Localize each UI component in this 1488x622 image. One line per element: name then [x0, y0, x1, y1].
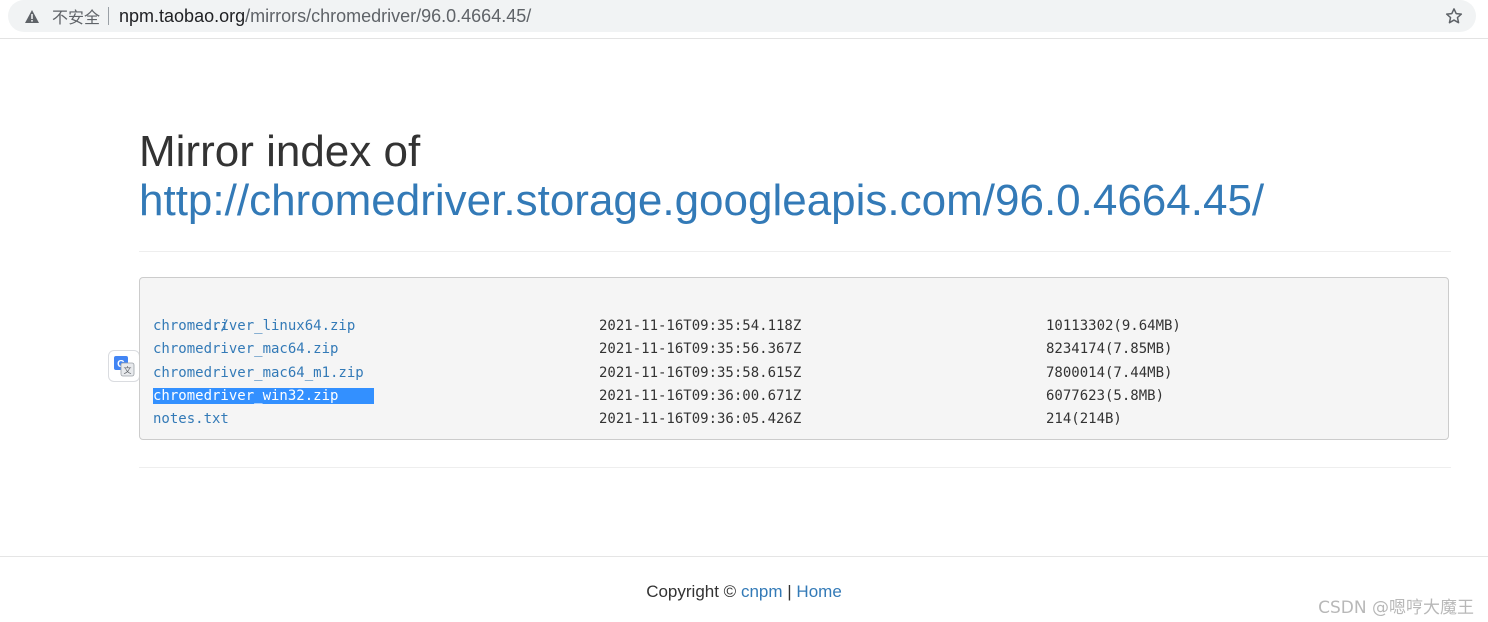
file-link[interactable]: chromedriver_mac64_m1.zip	[153, 365, 364, 381]
page-title: Mirror index of http://chromedriver.stor…	[139, 127, 1459, 225]
cnpm-link[interactable]: cnpm	[741, 582, 783, 601]
title-prefix: Mirror index of	[139, 127, 421, 176]
divider-top	[139, 251, 1451, 252]
url-text[interactable]: npm.taobao.org/mirrors/chromedriver/96.0…	[119, 6, 531, 27]
file-size: 6077623(5.8MB)	[1046, 387, 1165, 404]
table-row: chromedriver_linux64.zip 2021-11-16T09:35…	[153, 315, 1181, 338]
title-link[interactable]: http://chromedriver.storage.googleapis.c…	[139, 176, 1264, 225]
footer-divider	[0, 556, 1488, 557]
table-row: chromedriver_win32.zip 2021-11-16T09:36:0…	[153, 385, 1164, 408]
file-link[interactable]: chromedriver_win32.zip	[153, 387, 375, 404]
file-date: 2021-11-16T09:36:05.426Z	[599, 410, 802, 427]
file-date: 2021-11-16T09:35:56.367Z	[599, 341, 802, 358]
footer: Copyright © cnpm | Home	[0, 582, 1488, 602]
warning-icon[interactable]	[24, 8, 40, 24]
divider	[108, 7, 110, 25]
table-row: chromedriver_mac64_m1.zip 2021-11-16T09:3…	[153, 362, 1172, 385]
watermark: CSDN @嗯哼大魔王	[1318, 598, 1474, 618]
file-listing: ../ chromedriver_linux64.zip 2021-11-16T0…	[139, 277, 1449, 440]
file-size: 8234174(7.85MB)	[1046, 341, 1173, 358]
file-link[interactable]: notes.txt	[153, 411, 229, 427]
divider-bottom	[139, 467, 1451, 468]
home-link[interactable]: Home	[796, 582, 841, 601]
url-host: npm.taobao.org	[119, 5, 246, 26]
list-item: ../	[153, 292, 374, 334]
file-date: 2021-11-16T09:35:54.118Z	[599, 318, 802, 335]
copyright-text: Copyright ©	[646, 582, 737, 601]
table-row: chromedriver_mac64.zip 2021-11-16T09:35:5…	[153, 338, 1172, 361]
star-icon[interactable]	[1444, 6, 1464, 26]
footer-divider-bar: |	[787, 582, 792, 601]
file-size: 10113302(9.64MB)	[1046, 318, 1181, 335]
file-size: 214(214B)	[1046, 410, 1122, 427]
security-status[interactable]: 不安全	[52, 4, 100, 28]
file-link[interactable]: chromedriver_linux64.zip	[153, 318, 355, 334]
file-date: 2021-11-16T09:35:58.615Z	[599, 364, 802, 381]
file-link[interactable]: chromedriver_mac64.zip	[153, 341, 338, 357]
translate-icon[interactable]: G 文	[108, 350, 140, 382]
svg-text:文: 文	[124, 365, 132, 375]
table-row: notes.txt 2021-11-16T09:36:05.426Z 214(214…	[153, 408, 1122, 431]
file-date: 2021-11-16T09:36:00.671Z	[599, 387, 802, 404]
url-path: /mirrors/chromedriver/96.0.4664.45/	[245, 5, 532, 26]
browser-toolbar: 不安全 npm.taobao.org/mirrors/chromedriver/…	[0, 0, 1488, 39]
file-size: 7800014(7.44MB)	[1046, 364, 1173, 381]
file-rows: ../ chromedriver_linux64.zip 2021-11-16T0…	[153, 292, 1181, 431]
address-bar[interactable]: 不安全 npm.taobao.org/mirrors/chromedriver/…	[8, 0, 1476, 32]
